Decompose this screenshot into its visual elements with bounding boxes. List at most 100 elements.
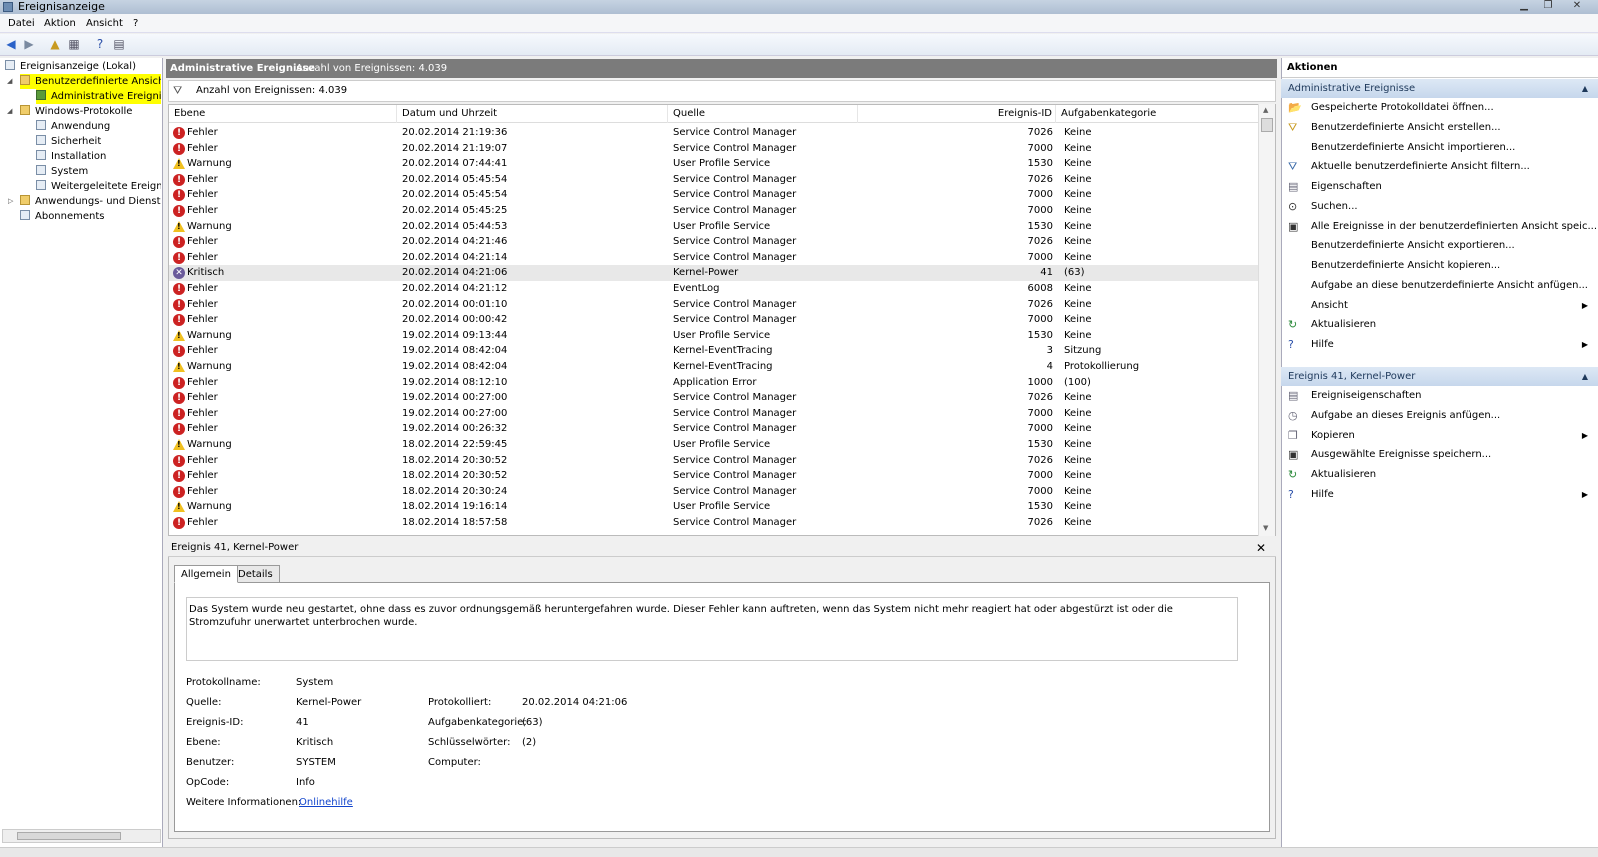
scroll-down-icon[interactable]: ▼ (1263, 524, 1268, 532)
log-name-value: System (296, 677, 334, 688)
collapse-section-icon[interactable]: ▲ (1582, 367, 1588, 386)
tree-horizontal-scrollbar[interactable] (2, 829, 161, 843)
table-row[interactable]: ! Fehler 20.02.2014 05:45:54 Service Contro… (169, 172, 1259, 188)
back-icon[interactable]: ◀ (3, 37, 19, 52)
menu-help[interactable]: ? (133, 18, 138, 29)
cell-event-id: 7000 (1027, 142, 1053, 154)
tree-application[interactable]: Anwendung (36, 119, 110, 134)
table-row[interactable]: ! Fehler 20.02.2014 04:21:14 Service Contro… (169, 250, 1259, 266)
tab-general[interactable]: Allgemein (174, 565, 238, 583)
tree-installation[interactable]: Installation (36, 149, 106, 164)
cell-task-category: Keine (1064, 454, 1092, 466)
action-item[interactable]: ▣ Alle Ereignisse in der benutzerdefinier… (1281, 217, 1598, 237)
table-row[interactable]: ! Fehler 20.02.2014 05:45:54 Service Contro… (169, 187, 1259, 203)
collapse-arrow-icon[interactable]: ◢ (7, 74, 12, 89)
action-item[interactable]: Benutzerdefinierte Ansicht kopieren... (1281, 256, 1598, 276)
scroll-thumb[interactable] (1261, 118, 1273, 132)
table-row[interactable]: ! Fehler 20.02.2014 04:21:12 EventLog 6008 Ke… (169, 281, 1259, 297)
table-row[interactable]: ! Fehler 20.02.2014 05:45:25 Service Contro… (169, 203, 1259, 219)
maximize-button[interactable]: ❐ (1536, 0, 1560, 12)
action-item[interactable]: Ansicht ▶ (1281, 296, 1598, 316)
table-row[interactable]: ! Fehler 18.02.2014 20:30:52 Service Contro… (169, 453, 1259, 469)
cell-event-id: 1530 (1027, 501, 1053, 513)
close-detail-icon[interactable]: ✕ (1256, 539, 1266, 557)
tree-root[interactable]: Ereignisanzeige (Lokal) (5, 59, 136, 74)
cell-event-id: 1530 (1027, 329, 1053, 341)
table-row[interactable]: ! Fehler 19.02.2014 08:12:10 Application Er… (169, 375, 1259, 391)
online-help-link[interactable]: Onlinehilfe (299, 796, 353, 810)
action-item[interactable]: ? Hilfe ▶ (1281, 335, 1598, 355)
action-item[interactable]: ▤ Ereigniseigenschaften (1281, 386, 1598, 406)
action-item[interactable]: ↻ Aktualisieren (1281, 315, 1598, 335)
close-window-button[interactable]: ✕ (1565, 0, 1589, 12)
table-row[interactable]: Warnung 19.02.2014 09:13:44 User Profile S… (169, 328, 1259, 344)
table-row[interactable]: ! Fehler 20.02.2014 00:00:42 Service Contro… (169, 312, 1259, 328)
table-row[interactable]: ! Fehler 20.02.2014 04:21:46 Service Contro… (169, 234, 1259, 250)
scroll-up-icon[interactable]: ▲ (1263, 106, 1268, 114)
table-row[interactable]: ! Fehler 20.02.2014 21:19:36 Service Contro… (169, 125, 1259, 141)
error-icon: ! (173, 423, 185, 436)
table-row[interactable]: ! Fehler 19.02.2014 00:27:00 Service Contro… (169, 390, 1259, 406)
table-vertical-scrollbar[interactable]: ▲ ▼ (1258, 104, 1275, 536)
tree-custom-views[interactable]: Benutzerdefinierte Ansichten (20, 74, 161, 89)
action-item[interactable]: ⛛ Aktuelle benutzerdefinierte Ansicht fil… (1281, 157, 1598, 177)
table-row[interactable]: Warnung 18.02.2014 22:59:45 User Profile S… (169, 437, 1259, 453)
table-row[interactable]: ! Fehler 18.02.2014 20:30:24 Service Contro… (169, 484, 1259, 500)
col-event-id[interactable]: Ereignis-ID (858, 105, 1056, 123)
minimize-button[interactable]: ▁ (1512, 0, 1536, 12)
action-item[interactable]: ▣ Ausgewählte Ereignisse speichern... (1281, 445, 1598, 465)
menu-aktion[interactable]: Aktion (44, 18, 76, 29)
action-item[interactable]: ◷ Aufgabe an dieses Ereignis anfügen... (1281, 406, 1598, 426)
help-icon[interactable]: ? (92, 37, 108, 52)
expand-arrow-icon[interactable]: ▷ (8, 194, 13, 209)
tree-security[interactable]: Sicherheit (36, 134, 101, 149)
table-row[interactable]: ! Fehler 19.02.2014 08:42:04 Kernel-EventTr… (169, 343, 1259, 359)
tree-admin-events[interactable]: Administrative Ereignisse (36, 89, 161, 104)
action-item[interactable]: Aufgabe an diese benutzerdefinierte Ansi… (1281, 276, 1598, 296)
cell-event-id: 7000 (1027, 189, 1053, 201)
col-datetime[interactable]: Datum und Uhrzeit (397, 105, 668, 123)
collapse-section-icon[interactable]: ▲ (1582, 79, 1588, 98)
col-source[interactable]: Quelle (668, 105, 858, 123)
action-item[interactable]: 📂 Gespeicherte Protokolldatei öffnen... (1281, 98, 1598, 118)
up-folder-icon[interactable]: ▲ (47, 37, 63, 52)
action-item[interactable]: ❐ Kopieren ▶ (1281, 426, 1598, 446)
action-item[interactable]: ⊙ Suchen... (1281, 197, 1598, 217)
table-row[interactable]: ! Fehler 19.02.2014 00:26:32 Service Contro… (169, 421, 1259, 437)
table-row[interactable]: Warnung 18.02.2014 19:16:14 User Profile S… (169, 499, 1259, 515)
tree-system[interactable]: System (36, 164, 88, 179)
table-row[interactable]: Warnung 20.02.2014 07:44:41 User Profile S… (169, 156, 1259, 172)
action-item[interactable]: Benutzerdefinierte Ansicht importieren..… (1281, 138, 1598, 158)
action-item[interactable]: ? Hilfe ▶ (1281, 485, 1598, 505)
table-row[interactable]: ! Fehler 20.02.2014 00:01:10 Service Contro… (169, 297, 1259, 313)
table-row[interactable]: ! Fehler 20.02.2014 21:19:07 Service Contro… (169, 141, 1259, 157)
forward-icon[interactable]: ▶ (21, 37, 37, 52)
collapse-arrow-icon[interactable]: ◢ (7, 104, 12, 119)
show-hide-tree-icon[interactable]: ▦ (66, 37, 82, 52)
show-hide-actions-icon[interactable]: ▤ (111, 37, 127, 52)
tree-windows-logs[interactable]: Windows-Protokolle (20, 104, 132, 119)
table-row[interactable]: Warnung 20.02.2014 05:44:53 User Profile S… (169, 219, 1259, 235)
event-description[interactable]: Das System wurde neu gestartet, ohne das… (186, 597, 1238, 661)
table-row[interactable]: ! Fehler 18.02.2014 20:30:52 Service Contro… (169, 468, 1259, 484)
col-task-category[interactable]: Aufgabenkategorie (1056, 105, 1261, 123)
tree-app-services[interactable]: Anwendungs- und Dienstprotokolle (20, 194, 161, 209)
table-row[interactable]: ! Fehler 19.02.2014 00:27:00 Service Contro… (169, 406, 1259, 422)
table-row[interactable]: ✕ Kritisch 20.02.2014 04:21:06 Kernel-Power… (169, 265, 1259, 282)
scroll-thumb[interactable] (17, 832, 121, 840)
actions-section-admin-events[interactable]: Administrative Ereignisse ▲ (1281, 79, 1598, 98)
tree-forwarded-events[interactable]: Weitergeleitete Ereignisse (36, 179, 161, 194)
menu-ansicht[interactable]: Ansicht (86, 18, 123, 29)
tree-subscriptions[interactable]: Abonnements (20, 209, 105, 224)
action-item[interactable]: ▤ Eigenschaften (1281, 177, 1598, 197)
table-row[interactable]: ! Fehler 18.02.2014 18:57:58 Service Contro… (169, 515, 1259, 531)
col-level[interactable]: Ebene (169, 105, 397, 123)
table-row[interactable]: Warnung 19.02.2014 08:42:04 Kernel-EventTr… (169, 359, 1259, 375)
cell-source: Service Control Manager (673, 236, 797, 248)
action-item[interactable]: Benutzerdefinierte Ansicht exportieren..… (1281, 236, 1598, 256)
tab-details[interactable]: Details (231, 565, 280, 583)
action-item[interactable]: ⛛ Benutzerdefinierte Ansicht erstellen... (1281, 118, 1598, 138)
actions-section-event[interactable]: Ereignis 41, Kernel-Power ▲ (1281, 367, 1598, 386)
menu-datei[interactable]: Datei (8, 18, 35, 29)
action-item[interactable]: ↻ Aktualisieren (1281, 465, 1598, 485)
